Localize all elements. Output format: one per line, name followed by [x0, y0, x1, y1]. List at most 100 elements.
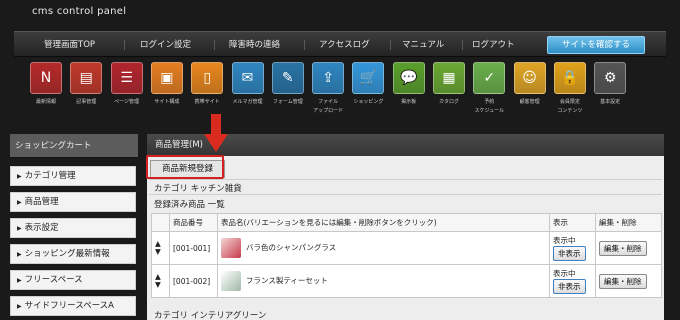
edit-delete-button[interactable]: 編集・削除 [599, 273, 647, 289]
module-members-lock-button[interactable]: 🔒 会員限定 コンテンツ [548, 62, 592, 116]
divider [149, 179, 662, 180]
sidebar-item-label: 商品管理 [24, 197, 59, 207]
nav-access-log[interactable]: アクセスログ [319, 38, 370, 50]
module-mobile-site-button[interactable]: ▯ 携帯サイト [185, 62, 229, 107]
article-icon: ▤ [70, 62, 103, 94]
display-status-cell: 表示中 非表示 [549, 264, 596, 298]
module-mail-magazine-button[interactable]: ✉ メルマガ管理 [226, 62, 270, 107]
nav-admin-top[interactable]: 管理画面TOP [44, 38, 95, 50]
column-header: 編集・削除 [595, 213, 662, 232]
module-label: フォーム管理 [272, 99, 303, 105]
customer-icon: ☺ [513, 62, 546, 94]
table-row: ▲ ▼ [001-002] フランス製ティーセット 表示中 非表示 編集・削除 [151, 264, 662, 298]
display-status: 表示中 [553, 269, 576, 278]
sidebar-item-label: フリースペース [24, 275, 83, 285]
sidebar-item-label: 表示設定 [24, 223, 59, 233]
members-lock-icon: 🔒 [553, 62, 586, 94]
product-table: 商品番号 表品名(バリエーションを見るには編集・削除ボタンをクリック) 表示 編… [151, 213, 662, 298]
view-site-button[interactable]: サイトを確認する [547, 36, 645, 54]
category-label: カテゴリ インテリアグリーン [154, 311, 267, 320]
gear-icon: ⚙ [594, 62, 627, 94]
sidebar-title: ショッピングカート [10, 134, 138, 158]
chevron-right-icon: ▶ [17, 277, 22, 284]
sidebar-item-products[interactable]: ▶ 商品管理 [10, 192, 136, 212]
mail-magazine-icon: ✉ [231, 62, 264, 94]
module-bulletin-board-button[interactable]: 💬 掲示板 [387, 62, 431, 107]
chevron-right-icon: ▶ [17, 303, 22, 310]
module-label: サイト構成 [154, 99, 180, 105]
module-label: ページ管理 [114, 99, 140, 105]
arrow-down-icon[interactable]: ▼ [155, 247, 161, 256]
module-catalog-button[interactable]: ▦ カタログ [427, 62, 471, 107]
sidebar-item-label: ショッピング最新情報 [24, 249, 110, 259]
sidebar-item-category[interactable]: ▶ カテゴリ管理 [10, 166, 136, 186]
module-label: カタログ [438, 99, 459, 105]
sidebar: ショッピングカート ▶ カテゴリ管理 ▶ 商品管理 ▶ 表示設定 ▶ ショッピング最新情… [10, 134, 138, 320]
site-structure-icon: ▣ [150, 62, 183, 94]
news-icon: N [30, 62, 62, 94]
module-label: ファイル アップロード [313, 99, 344, 114]
column-header [151, 213, 170, 232]
sidebar-item-display-settings[interactable]: ▶ 表示設定 [10, 218, 136, 238]
module-label: 携帯サイト [194, 99, 220, 105]
hide-button[interactable]: 非表示 [553, 246, 586, 261]
sidebar-item-side-free-space-a[interactable]: ▶ サイドフリースペースA [10, 296, 136, 316]
hide-button[interactable]: 非表示 [553, 279, 586, 294]
column-header: 表示 [549, 213, 596, 232]
reorder-control[interactable]: ▲ ▼ [151, 264, 170, 298]
product-code: [001-001] [169, 231, 218, 265]
highlight-box [146, 155, 224, 179]
sidebar-item-label: カテゴリ管理 [24, 171, 76, 181]
nav-manual[interactable]: マニュアル [402, 38, 444, 50]
category-label: カテゴリ キッチン雑貨 [154, 184, 242, 194]
product-name-cell: フランス製ティーセット [217, 264, 550, 298]
page-list-icon: ☰ [110, 62, 143, 94]
module-label: 会員限定 コンテンツ [557, 99, 583, 114]
module-label: 顧客管理 [519, 99, 540, 105]
module-shopping-cart-button[interactable]: 🛒 ショッピング [346, 62, 390, 107]
bulletin-board-icon: 💬 [392, 62, 425, 94]
nav-login-settings[interactable]: ログイン設定 [140, 38, 191, 50]
module-article-button[interactable]: ▤ 記事管理 [64, 62, 108, 107]
sidebar-item-label: サイドフリースペースA [24, 301, 114, 311]
shopping-cart-icon: 🛒 [352, 62, 385, 94]
module-label: 最新情報 [35, 99, 56, 105]
chevron-right-icon: ▶ [17, 173, 22, 180]
nav-separator [214, 40, 215, 50]
top-navigation: 管理画面TOP ログイン設定 障害時の連絡 アクセスログ マニュアル ログアウト… [14, 31, 666, 57]
sidebar-item-shopping-news[interactable]: ▶ ショッピング最新情報 [10, 244, 136, 264]
arrow-down-icon[interactable]: ▼ [155, 280, 161, 289]
module-icon-bar: N 最新情報 ▤ 記事管理 ☰ ページ管理 ▣ サイト構成 ▯ 携帯サイト ✉ メルマガ管理 ✎ フォーム… [30, 62, 630, 126]
nav-separator [462, 40, 463, 50]
column-header: 表品名(バリエーションを見るには編集・削除ボタンをクリック) [217, 213, 550, 232]
nav-outage-contact[interactable]: 障害時の連絡 [229, 38, 280, 50]
module-label: ショッピング [353, 99, 384, 105]
arrow-down-indicator-icon [204, 114, 228, 152]
edit-cell: 編集・削除 [595, 264, 662, 298]
module-label: メルマガ管理 [232, 99, 263, 105]
module-gear-button[interactable]: ⚙ 基本設定 [588, 62, 632, 107]
product-thumbnail [221, 271, 241, 291]
sidebar-item-free-space[interactable]: ▶ フリースペース [10, 270, 136, 290]
module-file-upload-button[interactable]: ⇪ ファイル アップロード [306, 62, 350, 116]
column-header: 商品番号 [169, 213, 218, 232]
module-customer-button[interactable]: ☺ 顧客管理 [508, 62, 552, 107]
product-code: [001-002] [169, 264, 218, 298]
nav-separator [390, 40, 391, 50]
module-form-button[interactable]: ✎ フォーム管理 [266, 62, 310, 107]
catalog-icon: ▦ [433, 62, 465, 94]
reorder-control[interactable]: ▲ ▼ [151, 231, 170, 265]
edit-delete-button[interactable]: 編集・削除 [599, 240, 647, 256]
file-upload-icon: ⇪ [312, 62, 345, 94]
table-header-row: 商品番号 表品名(バリエーションを見るには編集・削除ボタンをクリック) 表示 編… [151, 213, 662, 232]
product-name: フランス製ティーセット [246, 276, 328, 285]
module-schedule-button[interactable]: ✓ 予約 スケジュール [467, 62, 511, 116]
product-name: バラ色のシャンパングラス [246, 243, 337, 252]
module-news-button[interactable]: N 最新情報 [24, 62, 68, 107]
module-page-list-button[interactable]: ☰ ページ管理 [105, 62, 149, 107]
nav-separator [304, 40, 305, 50]
display-status: 表示中 [553, 236, 576, 245]
module-site-structure-button[interactable]: ▣ サイト構成 [145, 62, 189, 107]
nav-logout[interactable]: ログアウト [472, 38, 515, 50]
table-row: ▲ ▼ [001-001] バラ色のシャンパングラス 表示中 非表示 編集・削除 [151, 231, 662, 265]
